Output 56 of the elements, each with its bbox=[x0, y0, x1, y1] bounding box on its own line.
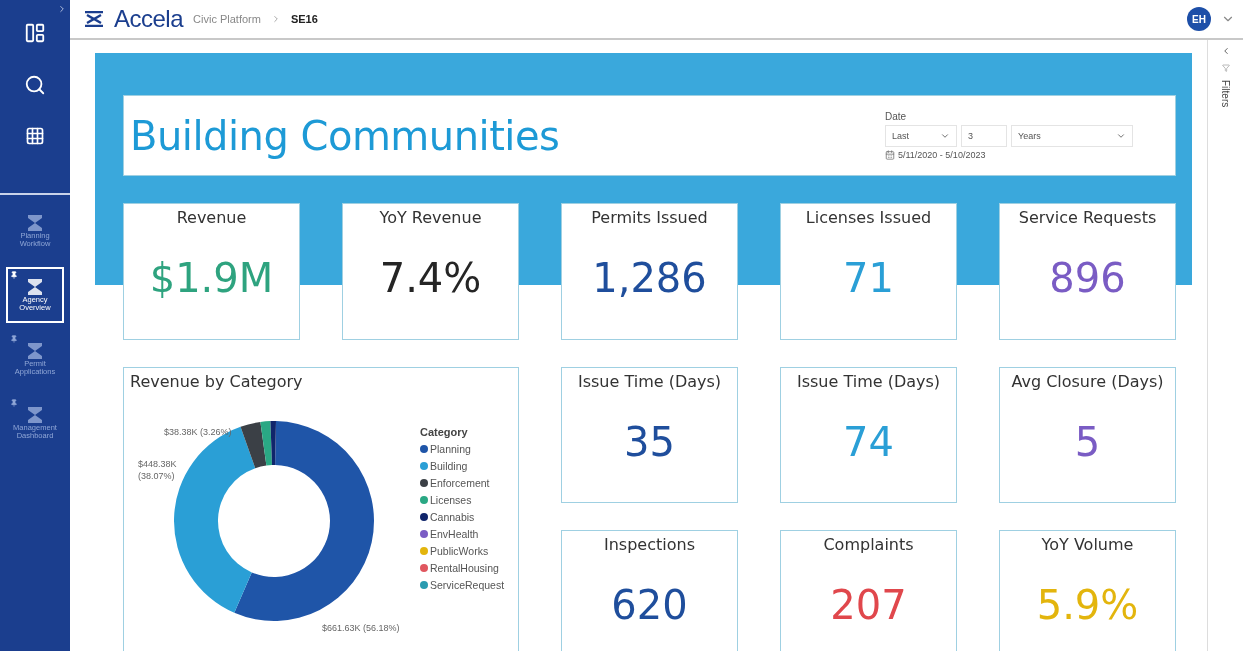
kpi-label: Service Requests bbox=[1018, 208, 1157, 227]
legend-label: Enforcement bbox=[430, 477, 490, 489]
kpi-label: Issue Time (Days) bbox=[577, 372, 722, 391]
kpi-value: 207 bbox=[830, 582, 907, 628]
legend-label: Building bbox=[430, 460, 468, 472]
accela-logo-icon bbox=[84, 11, 104, 27]
kpi-label: Licenses Issued bbox=[805, 208, 932, 227]
count-input[interactable]: 3 bbox=[961, 125, 1007, 147]
kpi-label: Avg Closure (Days) bbox=[1011, 372, 1164, 391]
data-label: $661.63K (56.18%) bbox=[322, 622, 400, 634]
kpi-label: Revenue bbox=[176, 208, 247, 227]
legend-label: RentalHousing bbox=[430, 562, 499, 574]
layout-icon[interactable] bbox=[24, 22, 46, 44]
filters-label[interactable]: Filters bbox=[1220, 80, 1231, 108]
user-avatar[interactable]: EH bbox=[1187, 7, 1211, 31]
slicer-label: Date bbox=[885, 111, 908, 122]
kpi-label: Issue Time (Days) bbox=[796, 372, 941, 391]
caret-icon bbox=[1116, 131, 1126, 141]
kpi-value: 35 bbox=[624, 419, 675, 465]
apps-grid-icon[interactable] bbox=[25, 126, 45, 146]
search-icon[interactable] bbox=[24, 74, 46, 96]
kpi-value: 896 bbox=[1049, 255, 1126, 301]
breadcrumb-item: SE16 bbox=[290, 13, 318, 25]
kpi-value: 74 bbox=[843, 419, 894, 465]
legend-label: PublicWorks bbox=[430, 545, 489, 557]
kpi-value: $1.9M bbox=[149, 255, 274, 301]
kpi-label: YoY Revenue bbox=[379, 208, 482, 227]
date-range: 5/11/2020 - 5/10/2023 bbox=[898, 150, 986, 160]
data-label: $38.38K (3.26%) bbox=[164, 426, 232, 438]
breadcrumb-item[interactable]: Civic Platform bbox=[193, 13, 261, 25]
chart-title: Revenue by Category bbox=[130, 372, 303, 391]
kpi-value: 5.9% bbox=[1036, 582, 1139, 628]
period-dropdown[interactable]: Last bbox=[885, 125, 957, 147]
kpi-value: 1,286 bbox=[592, 255, 707, 301]
calendar-icon bbox=[885, 150, 895, 160]
legend-label: EnvHealth bbox=[430, 528, 479, 540]
kpi-label: Inspections bbox=[604, 535, 695, 554]
kpi-value: 5 bbox=[1074, 419, 1101, 465]
kpi-label: Complaints bbox=[823, 535, 914, 554]
kpi-value: 7.4% bbox=[379, 255, 482, 301]
kpi-label: Permits Issued bbox=[591, 208, 708, 227]
expand-icon[interactable] bbox=[57, 4, 67, 14]
caret-icon bbox=[940, 131, 950, 141]
report-title: Building Communities bbox=[130, 112, 560, 159]
kpi-value: 71 bbox=[843, 255, 894, 301]
data-label: $448.38K (38.07%) bbox=[138, 458, 178, 482]
legend-label: Planning bbox=[430, 443, 471, 455]
unit-dropdown[interactable]: Years bbox=[1011, 125, 1133, 147]
legend-label: ServiceRequest bbox=[430, 579, 505, 591]
filter-icon bbox=[1221, 64, 1230, 72]
kpi-label: YoY Volume bbox=[1041, 535, 1134, 554]
brand-name: Accela bbox=[114, 5, 184, 33]
legend-label: Licenses bbox=[430, 494, 472, 506]
kpi-value: 620 bbox=[611, 582, 688, 628]
legend-label: Cannabis bbox=[430, 511, 475, 523]
legend-title: Category bbox=[420, 426, 469, 438]
